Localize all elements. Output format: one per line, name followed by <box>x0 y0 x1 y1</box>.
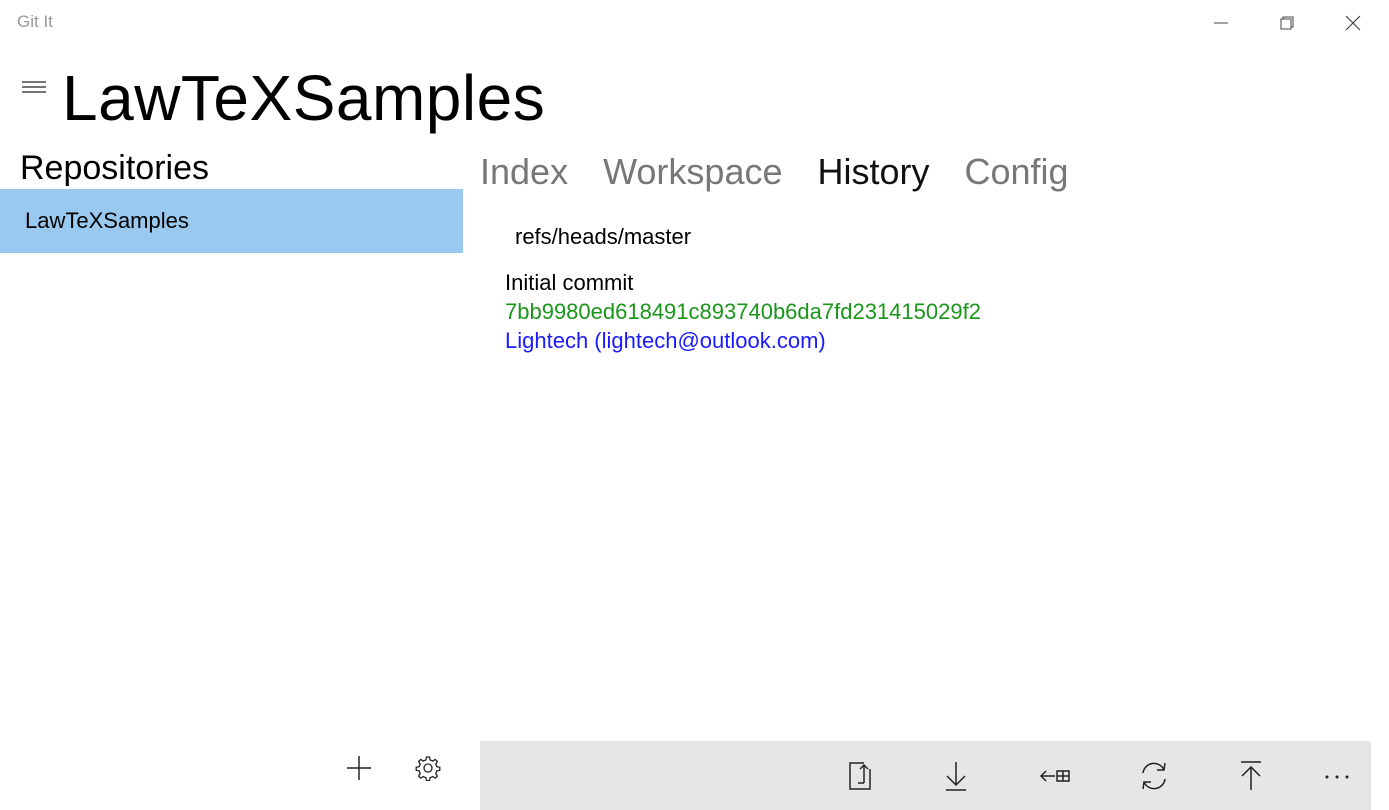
merge-icon <box>1040 770 1070 782</box>
push-button[interactable] <box>1221 751 1281 801</box>
checkout-button[interactable] <box>830 751 890 801</box>
tab-bar: Index Workspace History Config <box>480 148 1104 196</box>
close-icon <box>1345 15 1361 31</box>
more-button[interactable] <box>1307 751 1367 801</box>
sidebar-heading: Repositories <box>20 149 209 187</box>
restore-button[interactable] <box>1254 0 1320 46</box>
commit-message[interactable]: Initial commit <box>505 269 633 297</box>
tab-config[interactable]: Config <box>965 148 1069 196</box>
pull-icon <box>946 762 966 791</box>
tab-history[interactable]: History <box>817 148 929 196</box>
hamburger-menu-button[interactable] <box>14 72 54 102</box>
minimize-icon <box>1214 22 1228 24</box>
commit-hash[interactable]: 7bb9980ed618491c893740b6da7fd231415029f2 <box>505 298 981 326</box>
tab-index[interactable]: Index <box>480 148 568 196</box>
settings-button[interactable] <box>404 744 452 792</box>
sync-button[interactable] <box>1124 751 1184 801</box>
sidebar-item-label: LawTeXSamples <box>25 208 189 233</box>
tab-workspace[interactable]: Workspace <box>603 148 782 196</box>
branch-label: refs/heads/master <box>515 224 692 249</box>
commit-author[interactable]: Lightech (lightech@outlook.com) <box>505 327 826 355</box>
merge-button[interactable] <box>1026 751 1086 801</box>
settings-icon <box>415 756 441 781</box>
sidebar-item-lawtexsamples[interactable]: LawTeXSamples <box>0 189 463 253</box>
push-icon <box>1241 761 1261 790</box>
sync-icon <box>1142 762 1166 790</box>
restore-icon <box>1280 16 1294 30</box>
more-icon <box>1325 775 1349 779</box>
page-title: LawTeXSamples <box>62 62 546 134</box>
app-title: Git It <box>17 12 53 31</box>
add-repository-button[interactable] <box>335 744 383 792</box>
hamburger-icon <box>22 81 46 93</box>
checkout-icon <box>849 762 871 790</box>
add-icon <box>347 756 371 780</box>
command-bar <box>480 741 1371 810</box>
pull-button[interactable] <box>926 751 986 801</box>
close-button[interactable] <box>1320 0 1386 46</box>
minimize-button[interactable] <box>1188 0 1254 46</box>
